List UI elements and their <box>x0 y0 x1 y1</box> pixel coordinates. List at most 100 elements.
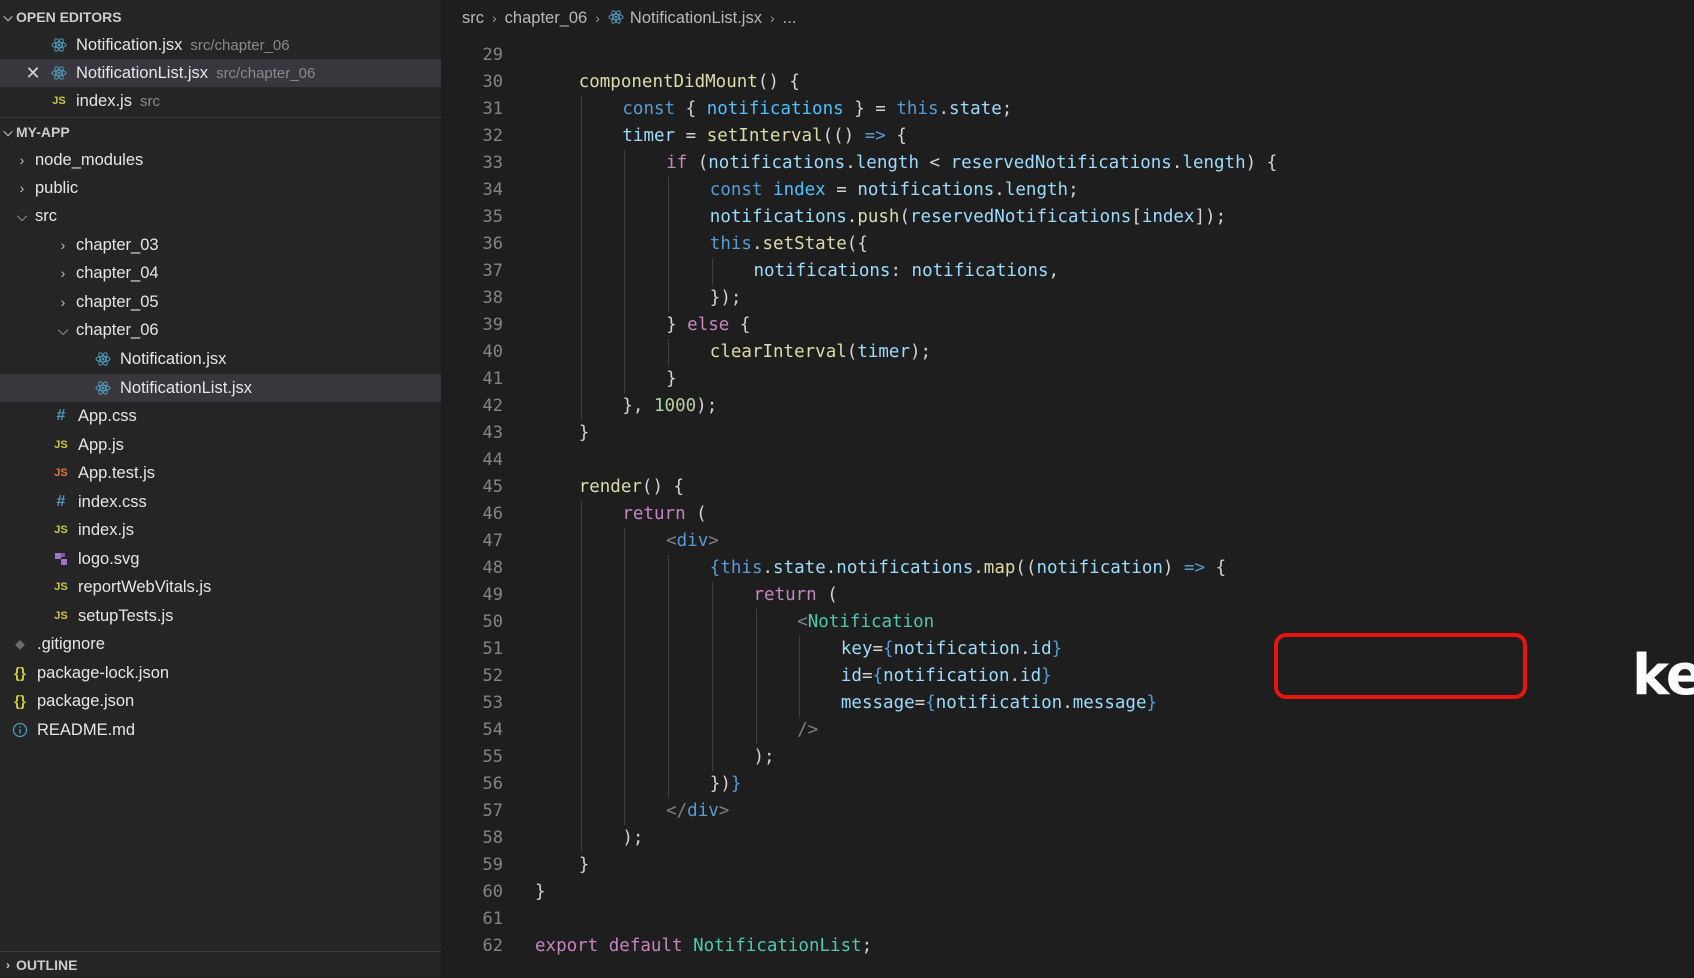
code-line[interactable]: } <box>666 366 677 393</box>
tree-item-index-css[interactable]: # index.css <box>0 488 441 516</box>
breadcrumb-item[interactable]: NotificationList.jsx <box>630 9 762 28</box>
code-token: notifications <box>911 261 1049 281</box>
tree-item-label: Notification.jsx <box>120 349 227 368</box>
code-line[interactable]: message={notification.message} <box>841 690 1157 717</box>
code-token: (( <box>1015 558 1037 578</box>
line-number: 38 <box>482 288 503 308</box>
code-token: index <box>1141 207 1195 227</box>
open-editor-item-active[interactable]: ✕ NotificationList.jsx src/chapter_06 <box>0 59 441 87</box>
code-line[interactable]: return ( <box>622 501 706 528</box>
tree-item-app-js[interactable]: JS App.js <box>0 431 441 459</box>
code-line[interactable]: /> <box>797 717 818 744</box>
code-line[interactable]: }); <box>710 285 742 312</box>
code-line[interactable]: const index = notifications.length; <box>710 177 1079 204</box>
indent-guide <box>668 609 670 636</box>
indent-guide <box>711 636 713 663</box>
code-line[interactable]: } else { <box>666 312 750 339</box>
tree-item-app-css[interactable]: # App.css <box>0 402 441 430</box>
tree-item-chapter-06[interactable]: ⌵ chapter_06 <box>0 316 441 344</box>
code-line[interactable]: clearInterval(timer); <box>710 339 931 366</box>
tree-item-setuptests-js[interactable]: JS setupTests.js <box>0 602 441 630</box>
code-line[interactable]: {this.state.notifications.map((notificat… <box>710 555 1226 582</box>
indent-guide <box>580 798 582 825</box>
code-line[interactable]: notifications: notifications, <box>754 258 1060 285</box>
code-line[interactable]: timer = setInterval(() => { <box>622 123 907 150</box>
code-token: timer <box>622 126 676 146</box>
code-token: notification <box>1036 558 1163 578</box>
tree-item-label: App.css <box>78 406 137 425</box>
code-editor[interactable]: src › chapter_06 › NotificationList.jsx … <box>443 0 1694 978</box>
code-line[interactable]: const { notifications } = this.state; <box>622 96 1012 123</box>
tree-item-public[interactable]: › public <box>0 174 441 202</box>
code-line[interactable]: } <box>579 420 590 447</box>
open-editor-label: NotificationList.jsx <box>76 63 209 82</box>
code-line[interactable]: this.setState({ <box>710 231 868 258</box>
code-line[interactable]: id={notification.id} <box>841 663 1052 690</box>
tree-item-chapter-03[interactable]: › chapter_03 <box>0 231 441 259</box>
tree-item-chapter-04[interactable]: › chapter_04 <box>0 259 441 287</box>
tree-item-notificationlist-jsx[interactable]: NotificationList.jsx <box>0 374 441 402</box>
line-number: 47 <box>482 531 503 551</box>
close-icon[interactable]: ✕ <box>22 63 44 84</box>
code-line[interactable]: key={notification.id} <box>841 636 1062 663</box>
open-editor-item[interactable]: Notification.jsx src/chapter_06 <box>0 31 441 59</box>
code-line[interactable]: }, 1000); <box>622 393 717 420</box>
tree-item-notification-jsx[interactable]: Notification.jsx <box>0 345 441 373</box>
line-number: 36 <box>482 234 503 254</box>
tree-item-index-js[interactable]: JS index.js <box>0 516 441 544</box>
code-line[interactable]: <Notification <box>797 609 934 636</box>
code-line[interactable]: render() { <box>579 474 684 501</box>
code-line[interactable]: } <box>535 879 546 906</box>
js-icon: JS <box>54 524 68 536</box>
js-test-icon: JS <box>54 467 68 479</box>
code-token: ; <box>861 936 873 956</box>
code-line[interactable]: ); <box>754 744 775 771</box>
tree-item-label: chapter_05 <box>76 292 159 311</box>
code-token: default <box>608 936 683 956</box>
code-line[interactable]: ); <box>622 825 643 852</box>
indent-guide <box>624 177 626 204</box>
tree-item-chapter-05[interactable]: › chapter_05 <box>0 288 441 316</box>
indent-guide <box>624 258 626 285</box>
line-number: 60 <box>482 882 503 902</box>
code-line[interactable]: componentDidMount() { <box>579 69 800 96</box>
breadcrumb-item[interactable]: ... <box>783 9 797 28</box>
project-header[interactable]: ⌵ MY-APP <box>0 118 441 146</box>
tree-item-gitignore[interactable]: ◆ .gitignore <box>0 630 441 658</box>
tree-item-reportwebvitals-js[interactable]: JS reportWebVitals.js <box>0 573 441 601</box>
annotation-caption: key, id 추가하기! <box>1632 643 1694 708</box>
tree-item-package-lock-json[interactable]: {} package-lock.json <box>0 659 441 687</box>
tree-item-readme-md[interactable]: README.md <box>0 716 441 744</box>
tree-item-node-modules[interactable]: › node_modules <box>0 146 441 174</box>
indent-guide <box>580 663 582 690</box>
code-token: . <box>1062 693 1073 713</box>
code-line[interactable]: })} <box>710 771 742 798</box>
breadcrumb-item[interactable]: src <box>462 9 484 28</box>
project-title: MY-APP <box>16 124 70 140</box>
tree-item-app-test-js[interactable]: JS App.test.js <box>0 459 441 487</box>
tree-item-logo-svg[interactable]: logo.svg <box>0 545 441 573</box>
tree-item-package-json[interactable]: {} package.json <box>0 687 441 715</box>
code-token: > <box>718 801 730 821</box>
code-line[interactable]: <div> <box>666 528 719 555</box>
code-line[interactable]: if (notifications.length < reservedNotif… <box>666 150 1277 177</box>
indent-guide <box>580 258 582 285</box>
open-editor-item[interactable]: JS index.js src <box>0 87 441 115</box>
indent-guide <box>580 285 582 312</box>
tree-item-src[interactable]: ⌵ src <box>0 202 441 230</box>
outline-header[interactable]: › OUTLINE <box>0 952 441 978</box>
code-line[interactable]: notifications.push(reservedNotifications… <box>710 204 1226 231</box>
react-icon <box>608 9 624 28</box>
breadcrumb-item[interactable]: chapter_06 <box>505 9 588 28</box>
open-editors-header[interactable]: ⌵ OPEN EDITORS <box>0 3 441 31</box>
code-line[interactable]: } <box>579 852 590 879</box>
code-token: ); <box>622 828 644 848</box>
code-line[interactable]: export default NotificationList; <box>535 933 872 960</box>
code-line[interactable]: return ( <box>754 582 838 609</box>
code-token: timer <box>857 342 910 362</box>
code-line[interactable]: </div> <box>666 798 729 825</box>
json-icon: {} <box>14 664 26 682</box>
indent-guide <box>624 204 626 231</box>
code-token: </ <box>666 801 688 821</box>
